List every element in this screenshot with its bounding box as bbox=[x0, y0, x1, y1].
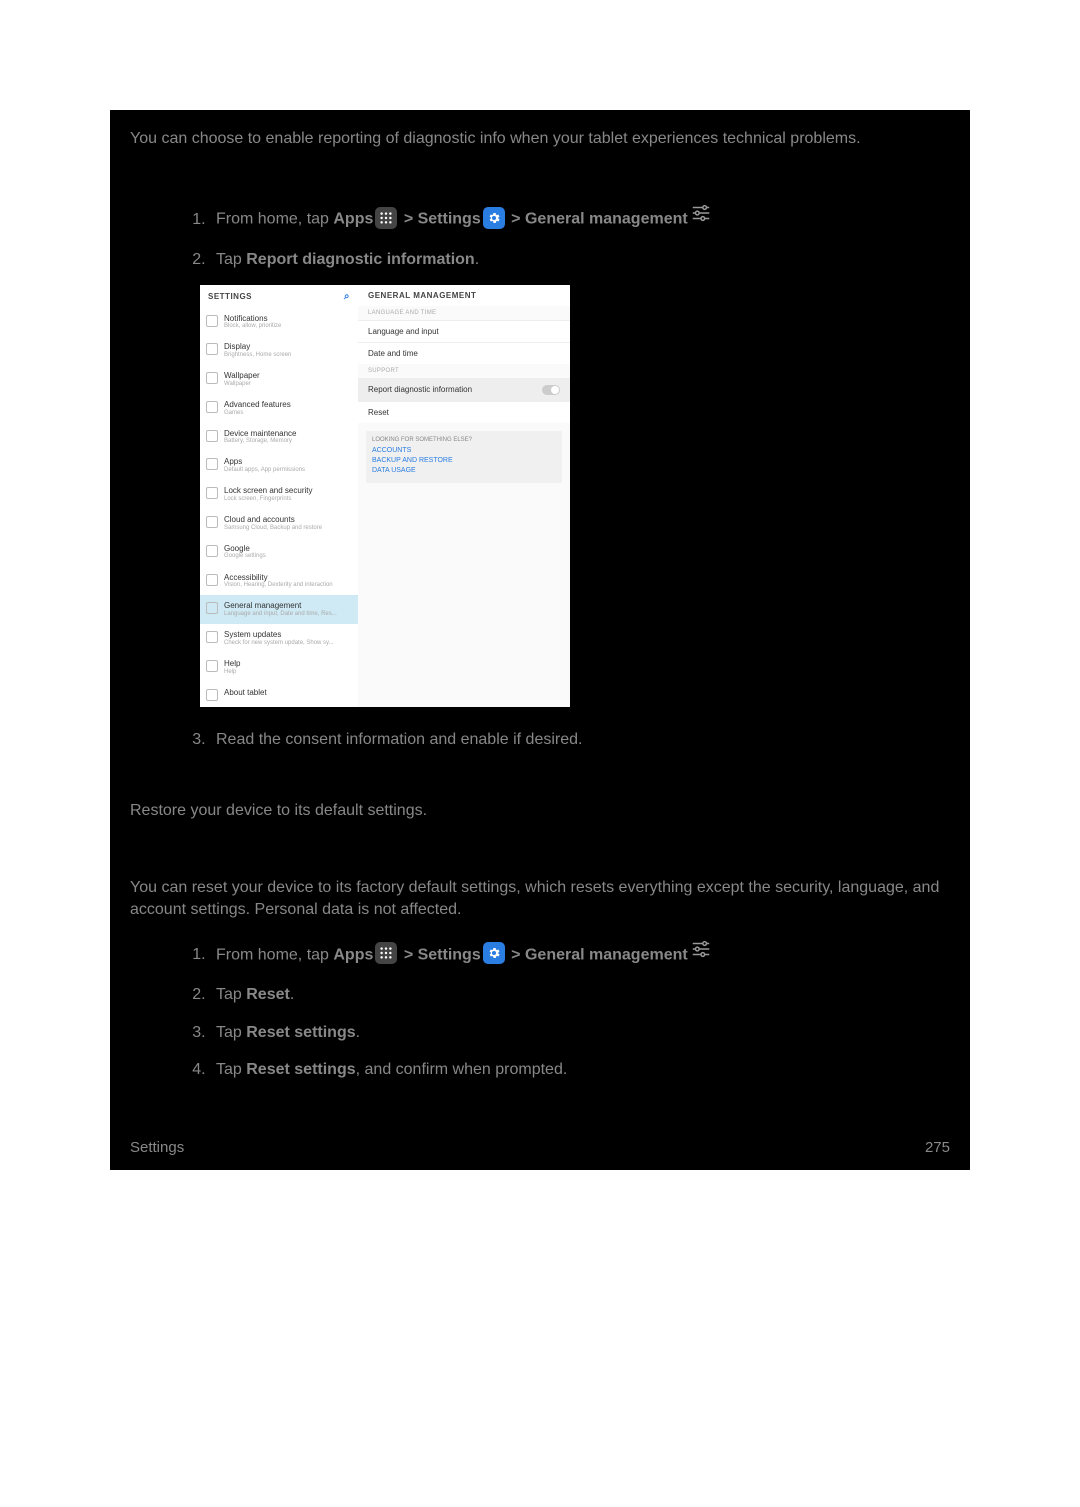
item-icon bbox=[206, 343, 218, 355]
item-icon bbox=[206, 430, 218, 442]
step-3: Read the consent information and enable … bbox=[210, 727, 950, 753]
item-icon bbox=[206, 574, 218, 586]
sidebar-item: NotificationsBlock, allow, prioritize bbox=[200, 308, 358, 337]
item-icon bbox=[206, 689, 218, 701]
step-2: Tap Report diagnostic information. bbox=[210, 247, 950, 273]
sidebar-item: AppsDefault apps, App permissions bbox=[200, 451, 358, 480]
reset-step-4: Tap Reset settings, and confirm when pro… bbox=[210, 1057, 950, 1083]
page-footer: Settings 275 bbox=[130, 1139, 950, 1156]
intro-paragraph: You can choose to enable reporting of di… bbox=[130, 128, 950, 150]
steps-list-1b: Read the consent information and enable … bbox=[210, 727, 950, 753]
item-icon bbox=[206, 660, 218, 672]
panel-header: GENERAL MANAGEMENT bbox=[358, 285, 570, 306]
link-accounts: ACCOUNTS bbox=[372, 447, 556, 454]
sidebar-item: Lock screen and securityLock screen, Fin… bbox=[200, 480, 358, 509]
sidebar-item: WallpaperWallpaper bbox=[200, 365, 358, 394]
reset-step-2: Tap Reset. bbox=[210, 982, 950, 1008]
settings-label: Settings bbox=[418, 211, 481, 228]
reset-step-3: Tap Reset settings. bbox=[210, 1020, 950, 1046]
item-icon bbox=[206, 458, 218, 470]
item-icon bbox=[206, 315, 218, 327]
settings-header: SETTINGS bbox=[208, 292, 252, 301]
sidebar-item: About tablet bbox=[200, 682, 358, 707]
item-icon bbox=[206, 487, 218, 499]
reset-step-1: From home, tap Apps > Settings > General… bbox=[210, 940, 950, 971]
row-report-diagnostic: Report diagnostic information bbox=[358, 378, 570, 401]
search-icon: ⌕ bbox=[344, 291, 350, 302]
general-management-panel: GENERAL MANAGEMENT LANGUAGE AND TIME Lan… bbox=[358, 285, 570, 707]
toggle-icon bbox=[542, 385, 560, 395]
row-reset: Reset bbox=[358, 401, 570, 423]
apps-label: Apps bbox=[333, 211, 373, 228]
reset-intro: Restore your device to its default setti… bbox=[130, 800, 950, 822]
steps-list-1: From home, tap Apps > Settings > General… bbox=[210, 204, 950, 272]
row-date-time: Date and time bbox=[358, 342, 570, 364]
apps-icon bbox=[375, 207, 397, 229]
link-backup: BACKUP AND RESTORE bbox=[372, 457, 556, 464]
item-icon bbox=[206, 401, 218, 413]
row-language-input: Language and input bbox=[358, 320, 570, 342]
settings-icon bbox=[483, 942, 505, 964]
footer-page-number: 275 bbox=[925, 1139, 950, 1156]
item-icon bbox=[206, 545, 218, 557]
settings-sidebar: SETTINGS ⌕ NotificationsBlock, allow, pr… bbox=[200, 285, 358, 707]
sidebar-item: HelpHelp bbox=[200, 653, 358, 682]
apps-icon bbox=[375, 942, 397, 964]
steps-list-2: From home, tap Apps > Settings > General… bbox=[210, 940, 950, 1083]
sidebar-item: Advanced featuresGames bbox=[200, 394, 358, 423]
settings-icon bbox=[483, 207, 505, 229]
reset-paragraph: You can reset your device to its factory… bbox=[130, 877, 950, 922]
settings-screenshot: SETTINGS ⌕ NotificationsBlock, allow, pr… bbox=[200, 285, 950, 707]
step-1: From home, tap Apps > Settings > General… bbox=[210, 204, 950, 235]
sidebar-item: Device maintenanceBattery, Storage, Memo… bbox=[200, 423, 358, 452]
item-icon bbox=[206, 516, 218, 528]
looking-for-box: LOOKING FOR SOMETHING ELSE? ACCOUNTS BAC… bbox=[366, 431, 562, 483]
sidebar-item: GoogleGoogle settings bbox=[200, 538, 358, 567]
sidebar-item: General managementLanguage and input, Da… bbox=[200, 595, 358, 624]
item-icon bbox=[206, 602, 218, 614]
sidebar-item: DisplayBrightness, Home screen bbox=[200, 336, 358, 365]
sliders-icon bbox=[690, 938, 712, 969]
item-icon bbox=[206, 372, 218, 384]
document-page: You can choose to enable reporting of di… bbox=[110, 110, 970, 1170]
sidebar-item: System updatesCheck for new system updat… bbox=[200, 624, 358, 653]
item-icon bbox=[206, 631, 218, 643]
sidebar-item: AccessibilityVision, Hearing, Dexterity … bbox=[200, 567, 358, 596]
sidebar-item: Cloud and accountsSamsung Cloud, Backup … bbox=[200, 509, 358, 538]
link-data-usage: DATA USAGE bbox=[372, 467, 556, 474]
sliders-icon bbox=[690, 202, 712, 233]
general-management-label: General management bbox=[525, 211, 688, 228]
footer-section: Settings bbox=[130, 1139, 184, 1156]
